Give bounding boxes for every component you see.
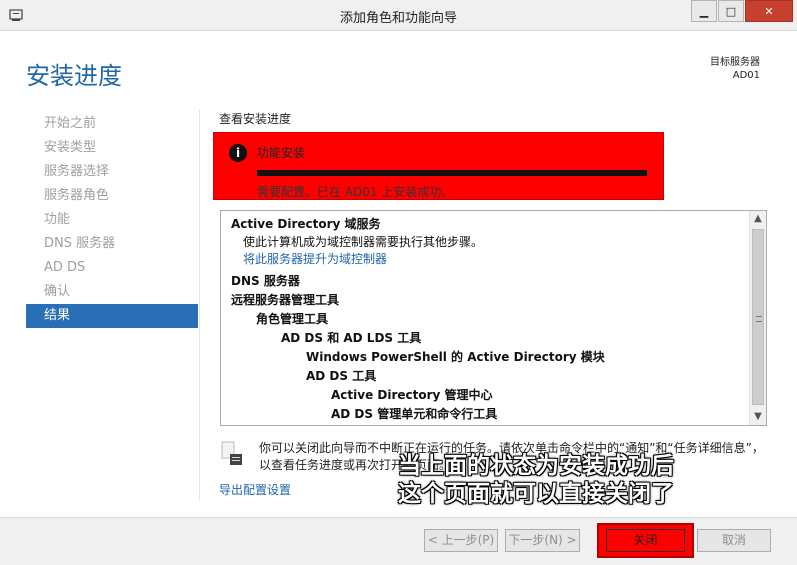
target-server-label: 目标服务器 — [710, 57, 760, 68]
wizard-nav: 开始之前 安装类型 服务器选择 服务器角色 功能 DNS 服务器 AD DS 确… — [26, 112, 198, 328]
annotation-line-2: 这个页面就可以直接关闭了 — [398, 481, 674, 507]
section-label: 查看安装进度 — [219, 112, 292, 126]
nav-item-before-you-begin[interactable]: 开始之前 — [26, 112, 198, 136]
results-scrollbar[interactable]: ▲ ▼ — [749, 211, 766, 425]
export-config-link[interactable]: 导出配置设置 — [219, 481, 291, 498]
nav-item-confirmation[interactable]: 确认 — [26, 280, 198, 304]
scroll-down-icon[interactable]: ▼ — [750, 409, 766, 425]
progress-fill — [257, 170, 647, 176]
target-server: 目标服务器 AD01 — [710, 56, 760, 82]
nav-item-dns-server[interactable]: DNS 服务器 — [26, 232, 198, 256]
page-title: 安装进度 — [26, 62, 122, 90]
result-item: Windows PowerShell 的 Active Directory 模块 — [306, 350, 605, 364]
next-button[interactable]: 下一步(N) > — [505, 529, 580, 552]
target-server-value: AD01 — [732, 70, 760, 81]
nav-item-features[interactable]: 功能 — [26, 208, 198, 232]
close-window-button[interactable]: ✕ — [745, 0, 793, 22]
maximize-button[interactable]: □ — [718, 0, 744, 22]
progress-bar — [257, 170, 647, 176]
result-item: 远程服务器管理工具 — [231, 293, 340, 307]
results-content: Active Directory 域服务使此计算机成为域控制器需要执行其他步骤。… — [231, 215, 746, 425]
maximize-icon: □ — [725, 4, 737, 18]
result-item: AD DS 和 AD LDS 工具 — [281, 331, 422, 345]
close-icon: ✕ — [764, 4, 774, 18]
info-icon: i — [229, 144, 247, 162]
cancel-button[interactable]: 取消 — [697, 529, 771, 552]
status-title: 功能安装 — [257, 146, 306, 160]
nav-item-results[interactable]: 结果 — [26, 304, 198, 328]
status-message: 需要配置。已在 AD01 上安装成功。 — [257, 185, 454, 199]
result-item: 角色管理工具 — [256, 312, 329, 326]
result-item: AD DS 工具 — [306, 369, 377, 383]
nav-item-server-selection[interactable]: 服务器选择 — [26, 160, 198, 184]
close-button[interactable]: 关闭 — [597, 523, 694, 558]
scroll-thumb[interactable] — [752, 229, 764, 405]
nav-divider — [199, 110, 200, 500]
nav-item-ad-ds[interactable]: AD DS — [26, 256, 198, 280]
result-item: Active Directory 管理中心 — [331, 388, 493, 402]
results-list[interactable]: Active Directory 域服务使此计算机成为域控制器需要执行其他步骤。… — [220, 210, 767, 426]
result-item: AD DS 管理单元和命令行工具 — [331, 407, 498, 421]
install-status-box: i 功能安装 需要配置。已在 AD01 上安装成功。 — [213, 132, 664, 200]
grip-icon — [756, 316, 762, 322]
result-item: DNS 服务器 — [231, 274, 300, 288]
window-title: 添加角色和功能向导 — [339, 11, 457, 26]
result-item: Active Directory 域服务 — [231, 217, 381, 231]
nav-item-installation-type[interactable]: 安装类型 — [26, 136, 198, 160]
nav-item-server-roles[interactable]: 服务器角色 — [26, 184, 198, 208]
close-button-label: 关闭 — [606, 529, 685, 552]
wizard-footer: < 上一步(P) 下一步(N) > 关闭 取消 — [0, 517, 797, 565]
minimize-icon: ▁ — [699, 4, 709, 18]
previous-button[interactable]: < 上一步(P) — [424, 529, 498, 552]
promote-dc-link[interactable]: 将此服务器提升为域控制器 — [231, 250, 746, 268]
title-bar: 添加角色和功能向导 ▁ □ ✕ — [0, 0, 797, 31]
scroll-up-icon[interactable]: ▲ — [750, 211, 766, 227]
annotation-line-1: 当上面的状态为安装成功后 — [398, 453, 674, 479]
result-item: 使此计算机成为域控制器需要执行其他步骤。 — [243, 235, 484, 249]
annotation-overlay: 当上面的状态为安装成功后 这个页面就可以直接关闭了 — [398, 452, 674, 508]
result-item: DNS 服务器工具 — [231, 424, 746, 425]
minimize-button[interactable]: ▁ — [691, 0, 717, 22]
notice-icon — [221, 441, 242, 465]
